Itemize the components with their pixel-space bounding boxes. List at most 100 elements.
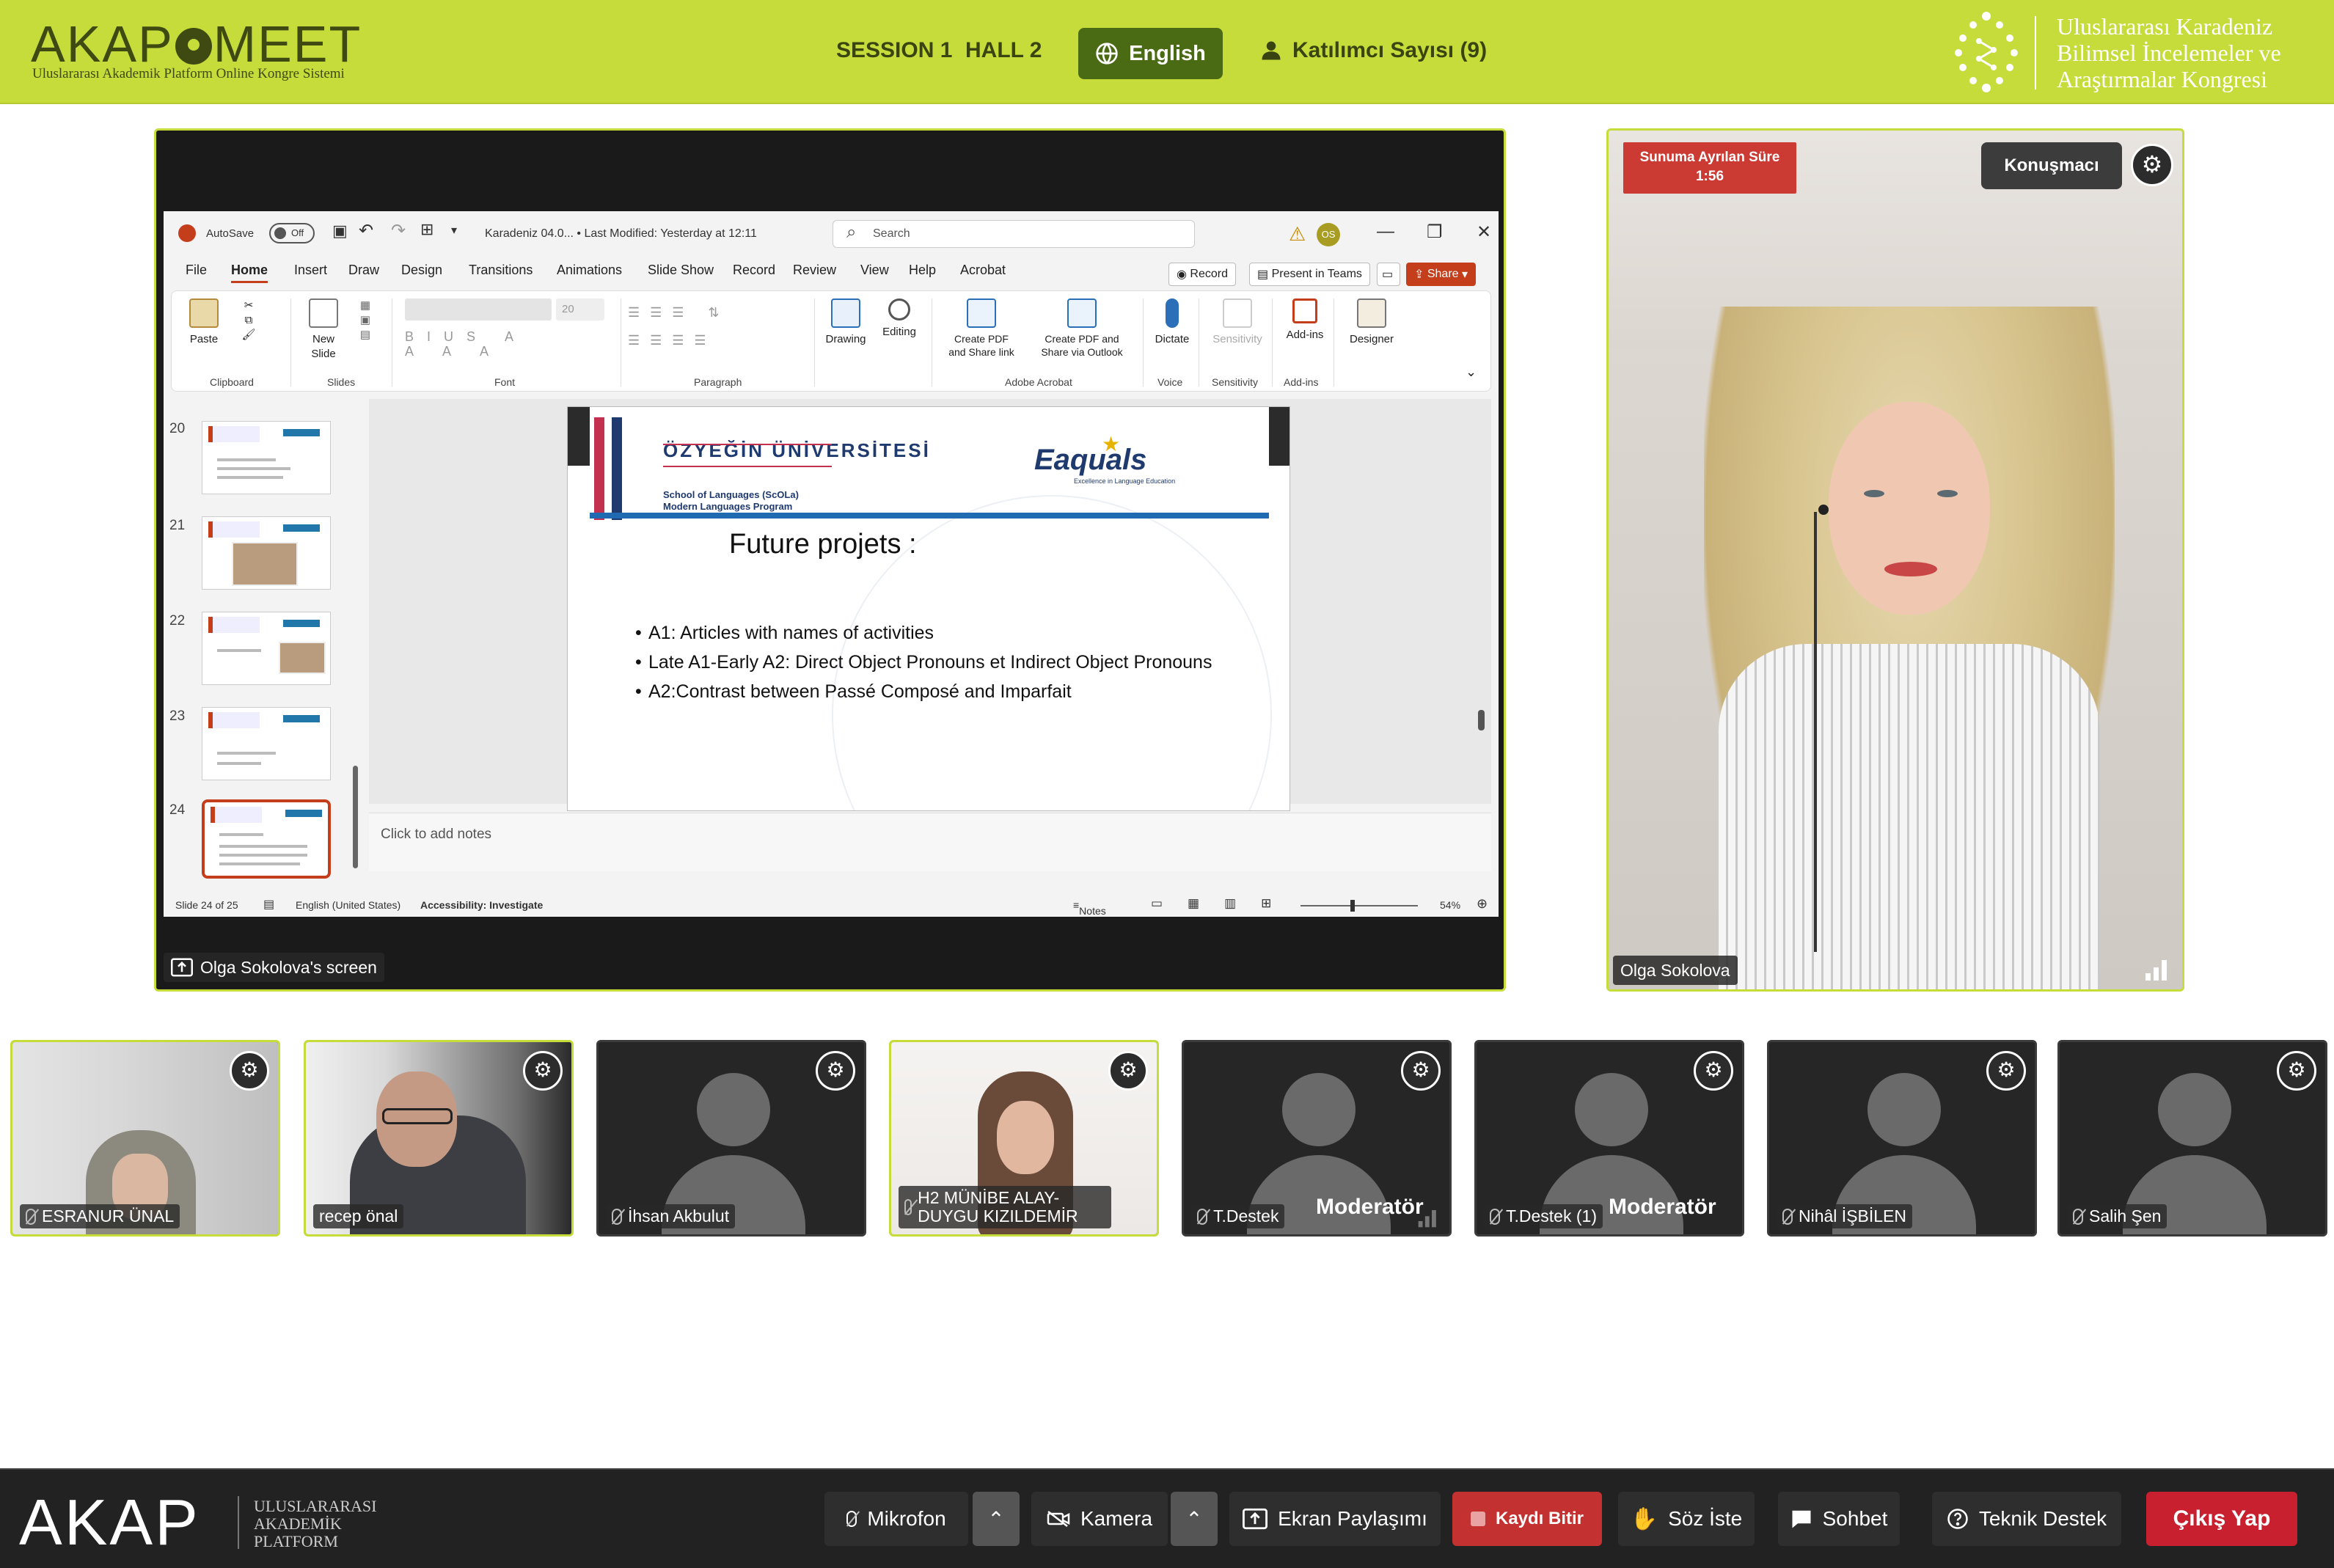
slide-thumbnail[interactable] xyxy=(202,612,331,685)
fit-slide-icon[interactable]: ⊕ xyxy=(1477,896,1488,912)
chat-button[interactable]: Sohbet xyxy=(1778,1492,1900,1546)
tab-review[interactable]: Review xyxy=(793,263,836,278)
tab-home[interactable]: Home xyxy=(231,263,268,283)
current-slide[interactable]: ÖZYEĞİN ÜNİVERSİTESİ School of Languages… xyxy=(567,406,1290,811)
language-status[interactable]: English (United States) xyxy=(296,899,400,911)
camera-options-button[interactable]: ⌃ xyxy=(1171,1492,1218,1546)
slide-scrollbar[interactable] xyxy=(1477,399,1487,804)
redo-icon[interactable]: ↷ xyxy=(391,220,406,241)
participant-count[interactable]: Katılımcı Sayısı (9) xyxy=(1260,38,1487,63)
camera-button[interactable]: Kamera xyxy=(1031,1492,1168,1546)
zoom-slider[interactable] xyxy=(1300,905,1418,906)
gear-icon[interactable]: ⚙ xyxy=(816,1051,855,1091)
tab-help[interactable]: Help xyxy=(909,263,936,278)
tab-acrobat[interactable]: Acrobat xyxy=(960,263,1006,278)
cut-copy-icons[interactable]: ✂ ⧉ 🖌 xyxy=(230,298,267,342)
create-pdf-outlook-button[interactable]: Create PDF and Share via Outlook xyxy=(1027,298,1137,359)
slide-thumbnail[interactable] xyxy=(202,707,331,780)
chevron-down-icon[interactable]: ▾ xyxy=(451,223,457,238)
slide-thumbnail[interactable] xyxy=(202,421,331,494)
raise-hand-button[interactable]: ✋ Söz İste xyxy=(1618,1492,1755,1546)
spellcheck-icon[interactable]: ▤ xyxy=(263,897,274,912)
tab-file[interactable]: File xyxy=(186,263,207,278)
record-button[interactable]: ◉ Record xyxy=(1168,263,1236,286)
create-pdf-share-button[interactable]: Create PDF and Share link xyxy=(937,298,1025,359)
view-mode-icons[interactable]: ▭▦▥⊞ xyxy=(1151,896,1296,911)
screen-share-button[interactable]: Ekran Paylaşımı xyxy=(1229,1492,1441,1546)
designer-button[interactable]: Designer xyxy=(1342,298,1401,347)
restore-icon[interactable]: ❐ xyxy=(1427,221,1443,243)
addins-button[interactable]: Add-ins xyxy=(1279,298,1331,342)
font-name-field[interactable] xyxy=(405,298,552,320)
file-title[interactable]: Karadeniz 04.0... • Last Modified: Yeste… xyxy=(485,227,757,241)
participant-tile[interactable]: ⚙ ESRANUR ÜNAL xyxy=(10,1040,280,1237)
gear-icon[interactable]: ⚙ xyxy=(2131,144,2173,186)
gear-icon[interactable]: ⚙ xyxy=(1401,1051,1441,1091)
tab-view[interactable]: View xyxy=(860,263,889,278)
slide-thumbnail-selected[interactable] xyxy=(202,799,331,879)
notes-toggle[interactable]: ≡ Notes xyxy=(1073,899,1106,917)
ribbon-group-label: Font xyxy=(494,376,516,388)
tab-insert[interactable]: Insert xyxy=(294,263,327,278)
microphone-button[interactable]: Mikrofon xyxy=(824,1492,968,1546)
gear-icon[interactable]: ⚙ xyxy=(2277,1051,2316,1091)
tab-record[interactable]: Record xyxy=(733,263,775,278)
share-button[interactable]: ⇪ Share ▾ xyxy=(1406,263,1477,286)
new-slide-button[interactable]: New Slide xyxy=(298,298,349,362)
tab-animations[interactable]: Animations xyxy=(557,263,622,278)
font-size-field[interactable]: 20 xyxy=(556,298,604,320)
search-input[interactable]: Search xyxy=(833,219,1195,248)
share-icon: ⇪ xyxy=(1414,268,1424,281)
drawing-button[interactable]: Drawing xyxy=(820,298,871,347)
slide-thumbnail[interactable] xyxy=(202,516,331,590)
present-in-teams-button[interactable]: ▤ Present in Teams xyxy=(1249,263,1370,286)
gear-icon[interactable]: ⚙ xyxy=(1986,1051,2026,1091)
layout-icons[interactable]: ▦ ▣ ▤ xyxy=(349,298,381,342)
autosave-toggle[interactable]: Off xyxy=(269,223,315,243)
participant-tile[interactable]: ⚙ Moderatör T.Destek xyxy=(1182,1040,1452,1237)
thumbnail-scrollbar[interactable] xyxy=(351,399,359,883)
tab-draw[interactable]: Draw xyxy=(348,263,379,278)
participant-tile[interactable]: ⚙ İhsan Akbulut xyxy=(596,1040,866,1237)
font-format-icons[interactable]: BIUS AA A A xyxy=(405,329,610,359)
speaker-video[interactable]: Sunuma Ayrılan Süre 1:56 Konuşmacı ⚙ Olg… xyxy=(1606,128,2184,992)
undo-icon[interactable]: ↶ xyxy=(359,220,373,241)
close-icon[interactable]: ✕ xyxy=(1477,221,1491,243)
participant-tile[interactable]: ⚙ H2 MÜNİBE ALAY- DUYGU KIZILDEMİR xyxy=(889,1040,1159,1237)
editing-button[interactable]: Editing xyxy=(877,298,921,340)
sensitivity-button[interactable]: Sensitivity xyxy=(1204,298,1270,347)
minimize-icon[interactable]: — xyxy=(1377,221,1394,242)
tab-design[interactable]: Design xyxy=(401,263,442,278)
participant-name: recep önal xyxy=(313,1204,404,1228)
zoom-slider-thumb[interactable] xyxy=(1350,900,1355,912)
participant-tile[interactable]: ⚙ Salih Şen xyxy=(2057,1040,2327,1237)
zoom-level[interactable]: 54% xyxy=(1440,899,1460,911)
paste-button[interactable]: Paste xyxy=(182,298,226,347)
present-icon[interactable]: ⊞ xyxy=(420,220,433,239)
gear-icon[interactable]: ⚙ xyxy=(230,1051,269,1091)
dictate-button[interactable]: Dictate xyxy=(1150,298,1194,347)
gear-icon[interactable]: ⚙ xyxy=(1694,1051,1733,1091)
gear-icon[interactable]: ⚙ xyxy=(523,1051,563,1091)
chevron-down-icon[interactable]: ⌄ xyxy=(1466,364,1477,380)
microphone-options-button[interactable]: ⌃ xyxy=(973,1492,1020,1546)
avatar[interactable]: OS xyxy=(1317,223,1340,246)
comments-icon[interactable]: ▭ xyxy=(1377,263,1400,286)
participant-tile[interactable]: ⚙ recep önal xyxy=(304,1040,574,1237)
paragraph-icons[interactable]: ☰☰☰ ⇅ ☰☰☰☰ xyxy=(628,298,804,354)
gear-icon[interactable]: ⚙ xyxy=(1108,1051,1148,1091)
slide-editor[interactable]: ÖZYEĞİN ÜNİVERSİTESİ School of Languages… xyxy=(369,399,1491,811)
stop-recording-button[interactable]: Kaydı Bitir xyxy=(1452,1492,1602,1546)
participant-tile[interactable]: ⚙ Moderatör T.Destek (1) xyxy=(1474,1040,1744,1237)
language-button[interactable]: English xyxy=(1078,28,1223,79)
thumbnail-number: 23 xyxy=(169,708,186,724)
tab-transitions[interactable]: Transitions xyxy=(469,263,533,278)
save-icon[interactable]: ▣ xyxy=(332,221,348,241)
tab-slide-show[interactable]: Slide Show xyxy=(648,263,714,278)
notes-field[interactable]: Click to add notes xyxy=(369,813,1491,871)
exit-button[interactable]: Çıkış Yap xyxy=(2146,1492,2297,1546)
participant-tile[interactable]: ⚙ Nihâl İŞBİLEN xyxy=(1767,1040,2037,1237)
screen-share-panel[interactable]: AutoSave Off ▣ ↶ ↷ ⊞ ▾ Karadeniz 04.0...… xyxy=(154,128,1506,992)
tech-support-button[interactable]: Teknik Destek xyxy=(1932,1492,2121,1546)
accessibility-status[interactable]: Accessibility: Investigate xyxy=(420,899,543,911)
